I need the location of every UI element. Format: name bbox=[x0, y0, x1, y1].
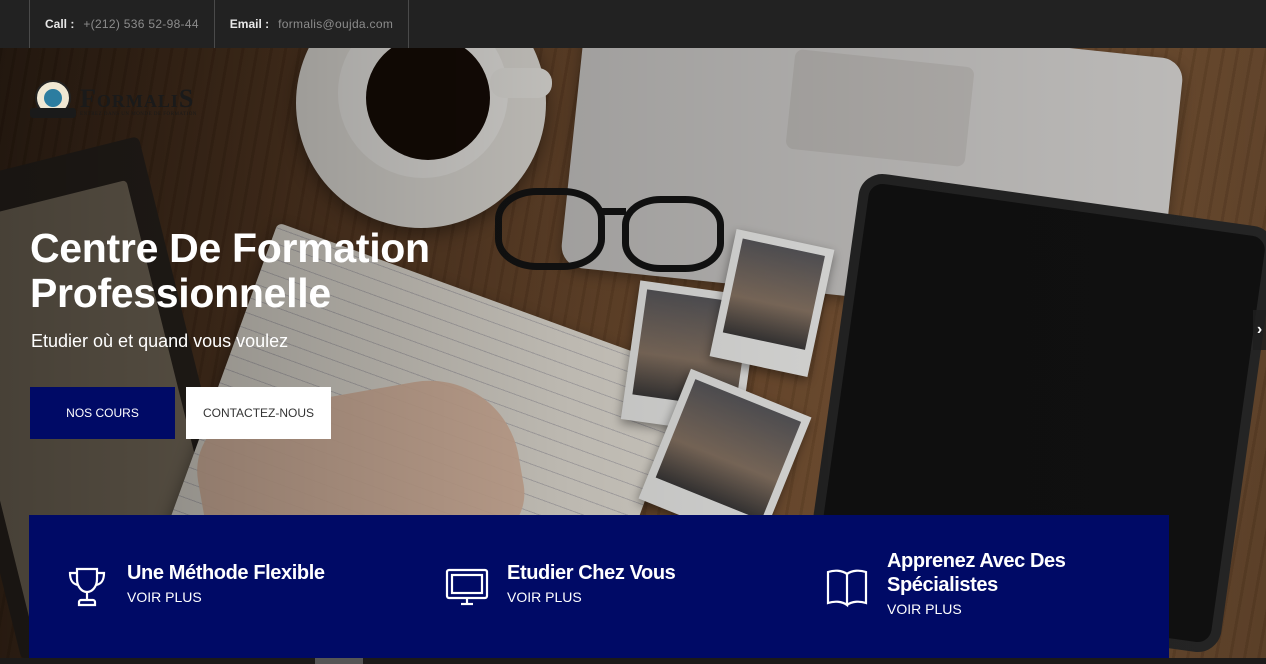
hero-title-line2: Professionnelle bbox=[30, 270, 331, 316]
feature-title: Apprenez Avec Des Spécialistes bbox=[887, 549, 1066, 597]
feature-title: Etudier Chez Vous bbox=[507, 562, 676, 584]
feature-title-line1: Apprenez Avec Des bbox=[887, 550, 1066, 572]
hero-subtitle: Etudier où et quand vous voulez bbox=[31, 331, 289, 351]
feature-title: Une Méthode Flexible bbox=[127, 562, 325, 584]
contact-button[interactable]: CONTACTEZ-NOUS bbox=[186, 387, 331, 439]
hero-title: Centre De Formation Professionnelle bbox=[30, 226, 550, 316]
feature-text: Apprenez Avec Des Spécialistes VOIR PLUS bbox=[887, 549, 1066, 617]
feature-study-at-home[interactable]: Etudier Chez Vous VOIR PLUS bbox=[409, 515, 789, 658]
globe-emblem-icon bbox=[30, 80, 76, 122]
email-value[interactable]: formalis@oujda.com bbox=[278, 17, 393, 31]
trophy-icon bbox=[68, 567, 106, 607]
logo-tagline: ENTREZ DANS UN MONDE DE FORMATION bbox=[80, 111, 197, 117]
call-label: Call : bbox=[45, 17, 75, 31]
book-icon bbox=[826, 569, 868, 608]
top-contact-bar: Call : +(212) 536 52-98-44 Email : forma… bbox=[0, 0, 1266, 48]
email-info: Email : formalis@oujda.com bbox=[213, 0, 410, 48]
features-band: Une Méthode Flexible VOIR PLUS Etudier C… bbox=[29, 515, 1169, 658]
feature-flexible-method[interactable]: Une Méthode Flexible VOIR PLUS bbox=[29, 515, 409, 658]
logo-name: FormaliS bbox=[80, 83, 195, 113]
feature-title-line2: Spécialistes bbox=[887, 574, 998, 596]
voir-plus-link[interactable]: VOIR PLUS bbox=[887, 601, 1065, 617]
email-label: Email : bbox=[229, 17, 270, 31]
call-info: Call : +(212) 536 52-98-44 bbox=[29, 0, 214, 48]
bottom-strip bbox=[0, 658, 1266, 664]
feature-specialists[interactable]: Apprenez Avec Des Spécialistes VOIR PLUS bbox=[789, 515, 1169, 658]
slider-next-icon[interactable]: › bbox=[1253, 310, 1266, 350]
call-value[interactable]: +(212) 536 52-98-44 bbox=[83, 17, 198, 31]
scroll-tab[interactable] bbox=[315, 658, 363, 664]
site-logo[interactable]: FormaliS ENTREZ DANS UN MONDE DE FORMATI… bbox=[30, 80, 197, 122]
voir-plus-link[interactable]: VOIR PLUS bbox=[507, 589, 675, 605]
hero-title-line1: Centre De Formation bbox=[30, 225, 430, 271]
monitor-icon bbox=[445, 568, 489, 606]
voir-plus-link[interactable]: VOIR PLUS bbox=[127, 589, 325, 605]
logo-text: FormaliS ENTREZ DANS UN MONDE DE FORMATI… bbox=[80, 83, 197, 117]
feature-text: Une Méthode Flexible VOIR PLUS bbox=[127, 561, 325, 605]
feature-text: Etudier Chez Vous VOIR PLUS bbox=[507, 561, 676, 605]
nos-cours-button[interactable]: NOS COURS bbox=[30, 387, 175, 439]
